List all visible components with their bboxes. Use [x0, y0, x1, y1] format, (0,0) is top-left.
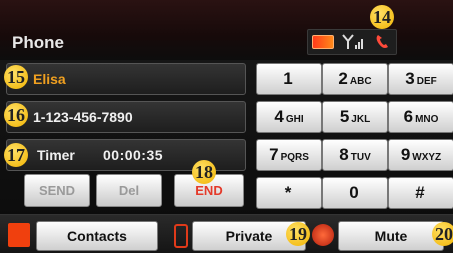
- battery-icon: [312, 35, 334, 49]
- phone-number: 1-123-456-7890: [33, 109, 133, 125]
- mute-button[interactable]: Mute: [338, 221, 444, 251]
- callout-marker-20: 20: [432, 222, 453, 246]
- key-letters: TUV: [350, 152, 371, 163]
- keypad-key-hash[interactable]: #: [388, 177, 453, 209]
- key-letters: DEF: [416, 76, 437, 87]
- caller-name: Elisa: [33, 71, 66, 87]
- callout-marker-16: 16: [4, 103, 28, 127]
- contacts-icon: [8, 223, 30, 247]
- keypad-key-2[interactable]: 2 ABC: [322, 63, 388, 95]
- keypad-key-9[interactable]: 9 WXYZ: [388, 139, 453, 171]
- timer-label: Timer: [37, 147, 75, 163]
- key-digit: *: [284, 183, 292, 202]
- mute-icon: [312, 224, 334, 246]
- send-button[interactable]: SEND: [24, 174, 90, 207]
- callout-marker-18: 18: [192, 160, 216, 184]
- key-digit: 1: [283, 69, 293, 88]
- key-letters: GHI: [285, 114, 304, 125]
- key-digit: 2: [338, 69, 348, 88]
- delete-button[interactable]: Del: [96, 174, 162, 207]
- key-digit: 8: [339, 145, 349, 164]
- handset-icon: [376, 35, 388, 48]
- timer-value: 00:00:35: [103, 147, 164, 163]
- bottom-bar: Contacts Private Mute: [0, 214, 453, 253]
- key-digit: 3: [405, 69, 415, 88]
- keypad-key-3[interactable]: 3 DEF: [388, 63, 453, 95]
- key-digit: 9: [400, 145, 411, 164]
- keypad-key-0[interactable]: 0: [322, 177, 388, 209]
- caller-name-field: Elisa: [6, 63, 246, 95]
- contacts-button[interactable]: Contacts: [36, 221, 158, 251]
- key-letters: JKL: [351, 114, 371, 125]
- key-digit: #: [415, 183, 425, 202]
- callout-marker-17: 17: [4, 143, 28, 167]
- page-title: Phone: [12, 33, 64, 52]
- status-indicators: [307, 29, 397, 55]
- callout-marker-19: 19: [286, 222, 310, 246]
- keypad-key-1[interactable]: 1: [256, 63, 322, 95]
- key-digit: 4: [274, 107, 284, 126]
- keypad-key-5[interactable]: 5 JKL: [322, 101, 388, 133]
- keypad-key-star[interactable]: *: [256, 177, 322, 209]
- callout-marker-15: 15: [4, 65, 28, 89]
- signal-icon: [342, 33, 366, 51]
- key-letters: MNO: [415, 114, 439, 125]
- phone-call-icon: [374, 33, 392, 51]
- key-digit: 6: [403, 107, 414, 126]
- callout-marker-14: 14: [370, 5, 394, 29]
- key-letters: PQRS: [280, 152, 309, 163]
- keypad-key-7[interactable]: 7 PQRS: [256, 139, 322, 171]
- keypad-key-4[interactable]: 4 GHI: [256, 101, 322, 133]
- key-letters: WXYZ: [412, 152, 442, 163]
- key-digit: 5: [339, 107, 350, 126]
- keypad-key-6[interactable]: 6 MNO: [388, 101, 453, 133]
- keypad-key-8[interactable]: 8 TUV: [322, 139, 388, 171]
- phone-number-field: 1-123-456-7890: [6, 101, 246, 133]
- key-letters: ABC: [349, 76, 372, 87]
- key-digit: 7: [269, 145, 279, 164]
- signal-bars-icon: [342, 34, 363, 49]
- private-mode-icon: [174, 224, 188, 248]
- phone-screen: Phone 14 Elisa 15 1-123-456-7890 16 Time…: [0, 0, 453, 253]
- key-digit: 0: [349, 183, 359, 202]
